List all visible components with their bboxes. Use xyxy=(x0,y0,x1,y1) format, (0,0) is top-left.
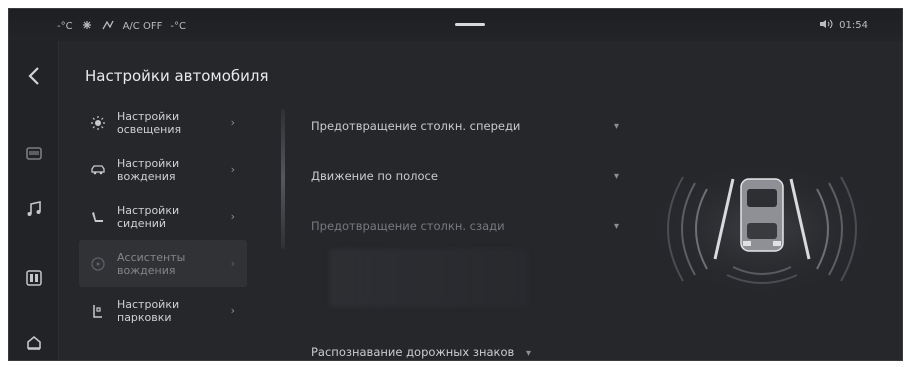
chevron-right-icon: › xyxy=(230,304,235,317)
category-driver-assist[interactable]: Ассистенты вождения › xyxy=(79,240,247,287)
temp-left: -°C xyxy=(57,21,73,32)
category-seats[interactable]: Настройки сидений › xyxy=(79,193,247,240)
temp-right: -°C xyxy=(170,21,186,32)
category-label: Настройки вождения xyxy=(117,156,180,183)
light-icon xyxy=(89,114,107,132)
steering-icon xyxy=(89,255,107,273)
fan-icon xyxy=(81,19,93,34)
chevron-down-icon: ▾ xyxy=(613,120,619,132)
setting-label: Движение по полосе xyxy=(311,169,438,183)
airflow-icon xyxy=(101,19,115,34)
music-nav-icon[interactable] xyxy=(21,196,47,222)
chevron-down-icon: ▾ xyxy=(613,170,619,182)
drag-handle[interactable] xyxy=(455,23,485,26)
category-lighting[interactable]: Настройки освещения › xyxy=(79,99,247,146)
scrollbar[interactable] xyxy=(281,109,285,249)
setting-label: Предотвращение столкн. сзади xyxy=(311,219,505,233)
category-parking[interactable]: Настройки парковки › xyxy=(79,287,247,334)
car-nav-icon[interactable] xyxy=(21,141,47,167)
chevron-right-icon: › xyxy=(230,163,235,176)
expanded-setting-placeholder xyxy=(329,249,529,307)
settings-list: Предотвращение столкн. спереди ▾ Движени… xyxy=(311,101,631,251)
seat-icon xyxy=(89,208,107,226)
home-nav-icon[interactable] xyxy=(21,329,47,355)
chevron-right-icon: › xyxy=(230,210,235,223)
back-icon[interactable] xyxy=(25,65,45,87)
setting-front-collision[interactable]: Предотвращение столкн. спереди ▾ xyxy=(311,101,631,151)
left-rail xyxy=(9,41,59,360)
clock: 01:54 xyxy=(839,20,868,31)
category-label: Ассистенты вождения xyxy=(117,250,186,277)
setting-label: Распознавание дорожных знаков xyxy=(311,345,515,359)
chevron-right-icon: › xyxy=(230,116,235,129)
car-settings-screen: -°C A/C OFF -°C 01:54 Настройки автомоби… xyxy=(8,8,903,361)
parking-icon xyxy=(89,302,107,320)
category-label: Настройки освещения xyxy=(117,109,182,136)
car-sensor-illustration xyxy=(637,149,887,309)
setting-label: Предотвращение столкн. спереди xyxy=(311,119,521,133)
volume-icon xyxy=(819,19,833,32)
setting-lane-keeping[interactable]: Движение по полосе ▾ xyxy=(311,151,631,201)
chevron-down-icon: ▾ xyxy=(613,220,619,232)
category-label: Настройки сидений xyxy=(117,203,180,230)
settings-categories: Настройки освещения › Настройки вождения… xyxy=(79,99,259,334)
chevron-right-icon: › xyxy=(230,257,235,270)
setting-traffic-sign-recognition[interactable]: Распознавание дорожных знаков ▾ xyxy=(311,345,531,359)
chevron-down-icon: ▾ xyxy=(525,348,531,359)
car-icon xyxy=(89,161,107,179)
apps-nav-icon[interactable] xyxy=(21,265,47,291)
category-driving[interactable]: Настройки вождения › xyxy=(79,146,247,193)
setting-rear-collision[interactable]: Предотвращение столкн. сзади ▾ xyxy=(311,201,631,251)
ac-status: A/C OFF xyxy=(122,21,163,32)
status-bar: -°C A/C OFF -°C 01:54 xyxy=(9,9,902,41)
category-label: Настройки парковки xyxy=(117,297,180,324)
page-title: Настройки автомобиля xyxy=(85,67,269,85)
